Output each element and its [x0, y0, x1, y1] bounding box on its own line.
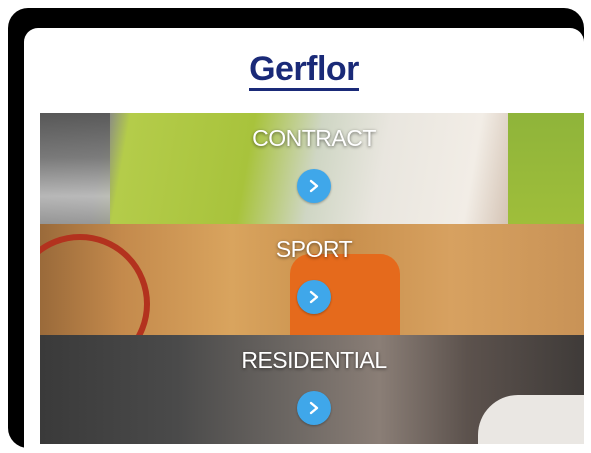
sport-arrow-button[interactable] — [297, 280, 331, 314]
header: Gerflor — [24, 28, 584, 113]
category-label-residential: RESIDENTIAL — [241, 347, 387, 373]
brand-logo[interactable]: Gerflor — [249, 51, 359, 91]
chevron-right-icon — [309, 401, 319, 415]
residential-arrow-button[interactable] — [297, 391, 331, 425]
contract-arrow-button[interactable] — [297, 169, 331, 203]
category-panel-contract[interactable]: CONTRACT — [40, 113, 584, 224]
category-label-contract: CONTRACT — [252, 125, 376, 151]
category-panel-residential[interactable]: RESIDENTIAL — [40, 335, 584, 444]
category-panel-sport[interactable]: SPORT — [40, 224, 584, 335]
screen: Gerflor CONTRACT SPORT RESIDENTIAL — [24, 28, 584, 453]
device-frame: Gerflor CONTRACT SPORT RESIDENTIAL — [8, 8, 584, 453]
chevron-right-icon — [309, 290, 319, 304]
chevron-right-icon — [309, 179, 319, 193]
category-label-sport: SPORT — [275, 236, 353, 262]
